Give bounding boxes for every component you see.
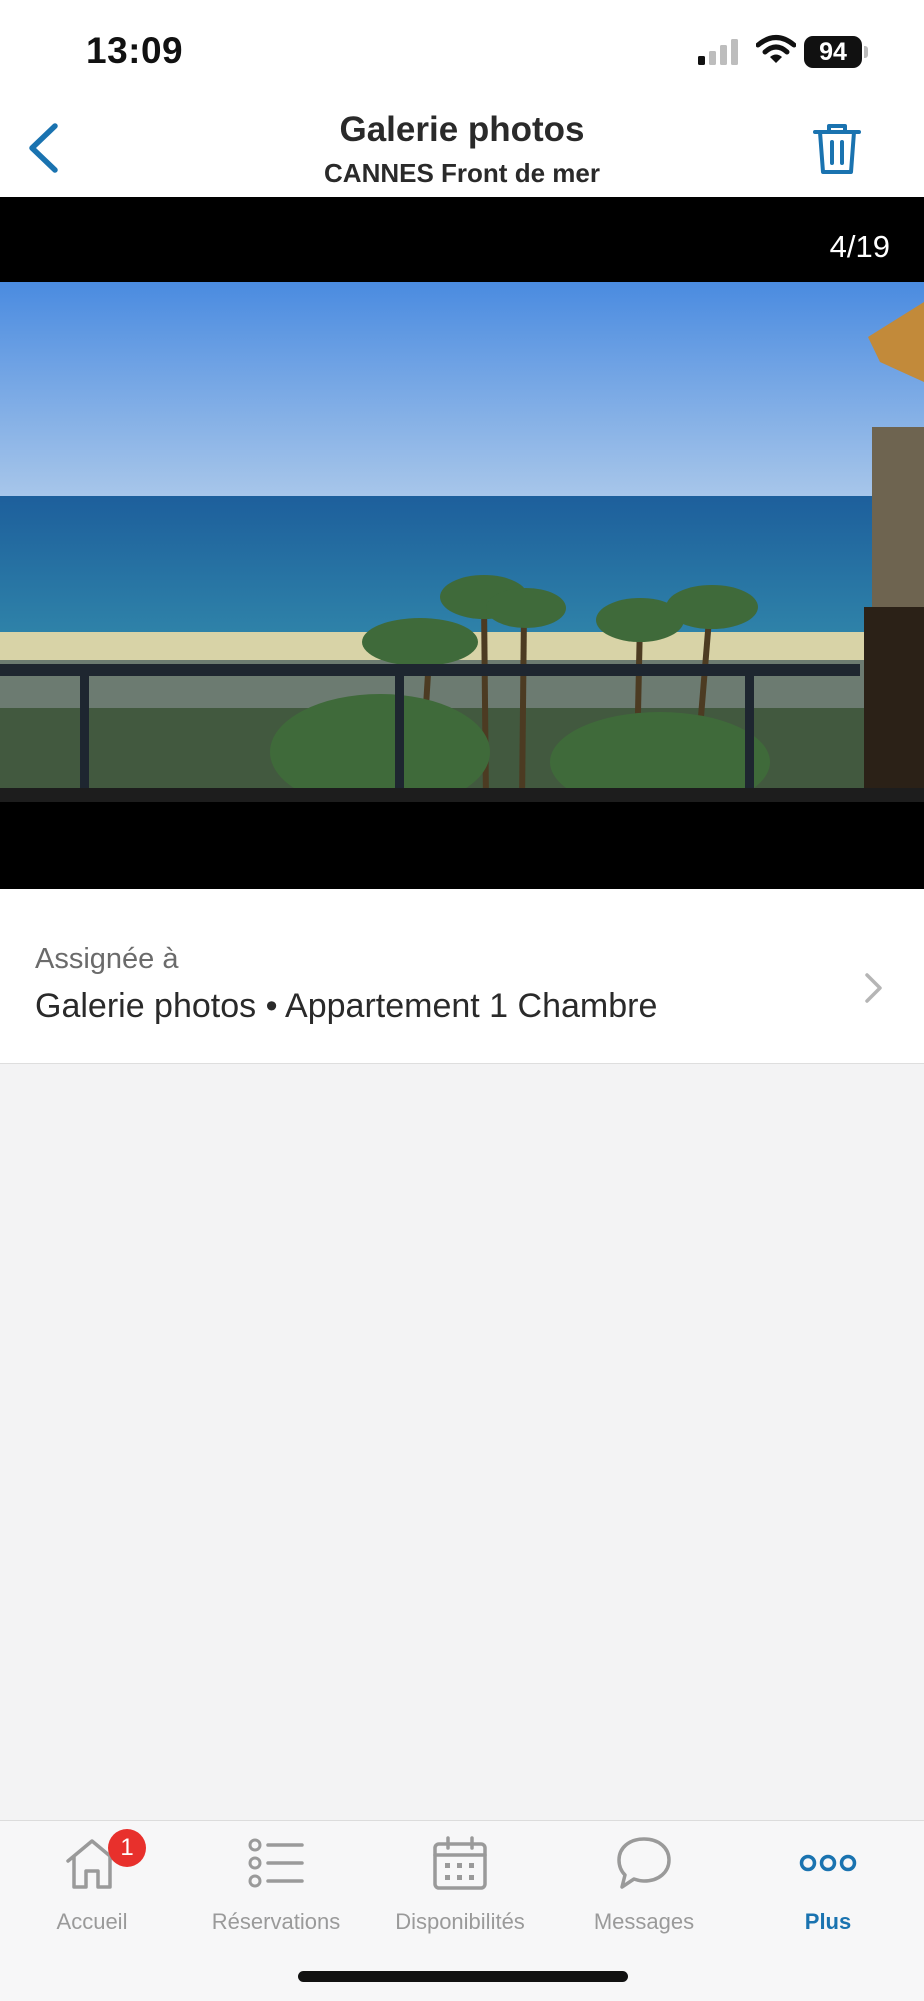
tab-reservations[interactable]: Réservations [184, 1821, 368, 1951]
tab-disponibilites[interactable]: Disponibilités [368, 1821, 552, 1951]
tab-label-accueil: Accueil [56, 1909, 128, 1934]
nav-bar: Galerie photos CANNES Front de mer [0, 100, 924, 197]
more-dots-icon [799, 1854, 857, 1872]
cellular-signal-icon [698, 39, 738, 65]
notification-badge: 1 [108, 1829, 146, 1867]
page-title: Galerie photos [339, 110, 585, 149]
battery-tip [864, 46, 868, 58]
assigned-label: Assignée à [35, 943, 179, 975]
list-icon [248, 1838, 304, 1888]
battery-level: 94 [804, 36, 862, 68]
assigned-value: Galerie photos • Appartement 1 Chambre [35, 987, 658, 1025]
gallery-photo[interactable] [0, 282, 924, 802]
tab-label-reservations: Réservations [211, 1909, 341, 1934]
status-bar: 13:09 94 [0, 0, 924, 100]
tab-messages[interactable]: Messages [552, 1821, 736, 1951]
chevron-right-icon [865, 973, 882, 1003]
calendar-icon [433, 1836, 487, 1890]
tab-label-disponibilites: Disponibilités [395, 1909, 525, 1934]
wifi-icon [756, 35, 796, 63]
tab-label-messages: Messages [593, 1909, 695, 1934]
tab-accueil[interactable]: 1 Accueil [0, 1821, 184, 1951]
photo-viewer[interactable]: 4/19 [0, 197, 924, 889]
tab-plus[interactable]: Plus [736, 1821, 920, 1951]
chat-bubble-icon [617, 1837, 671, 1889]
page-subtitle: CANNES Front de mer [324, 158, 600, 188]
trash-icon[interactable] [808, 120, 866, 178]
assigned-to-row[interactable]: Assignée à Galerie photos • Appartement … [0, 889, 924, 1064]
photo-counter: 4/19 [829, 229, 890, 264]
tab-label-plus: Plus [804, 1909, 852, 1934]
status-time: 13:09 [86, 30, 184, 71]
home-indicator [298, 1971, 628, 1982]
